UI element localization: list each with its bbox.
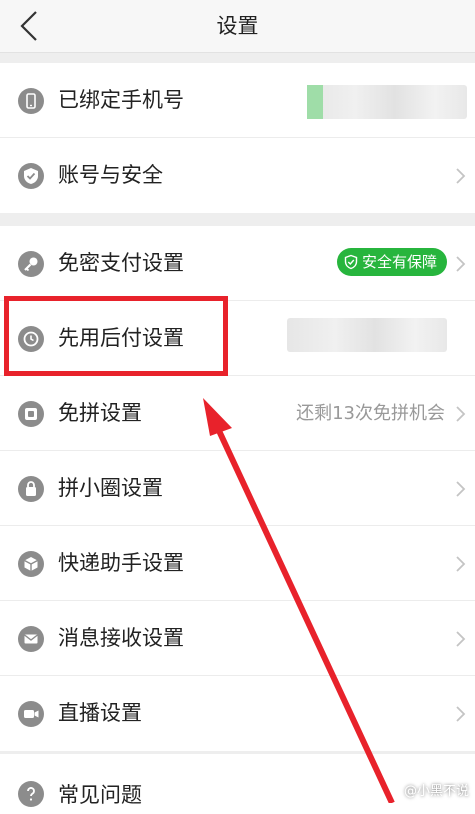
question-icon bbox=[18, 781, 44, 807]
nav-bar: 设置 bbox=[0, 0, 475, 53]
settings-row-label: 免拼设置 bbox=[58, 401, 142, 425]
settings-row-label: 消息接收设置 bbox=[58, 626, 184, 650]
chevron-right-icon bbox=[456, 406, 466, 422]
settings-row-label: 免密支付设置 bbox=[58, 251, 184, 275]
settings-row-message-receive[interactable]: 消息接收设置 bbox=[0, 601, 475, 676]
chevron-right-icon bbox=[456, 256, 466, 272]
settings-row-circle[interactable]: 拼小圈设置 bbox=[0, 451, 475, 526]
chevron-right-icon bbox=[456, 481, 466, 497]
settings-row-label: 常见问题 bbox=[58, 783, 142, 807]
chevron-right-icon bbox=[456, 631, 466, 647]
chevron-right-icon bbox=[456, 706, 466, 722]
chevron-right-icon bbox=[456, 168, 466, 184]
security-badge: 安全有保障 bbox=[336, 248, 447, 276]
settings-row-label: 已绑定手机号 bbox=[58, 88, 184, 112]
mail-icon bbox=[18, 626, 44, 652]
settings-row-label: 账号与安全 bbox=[58, 163, 163, 187]
package-icon bbox=[18, 551, 44, 577]
group-free-remaining: 还剩13次免拼机会 bbox=[296, 403, 445, 424]
coupon-icon bbox=[18, 401, 44, 427]
blurred-phone-accent bbox=[307, 85, 323, 119]
blurred-pay-later-value bbox=[287, 318, 447, 352]
settings-row-account-security[interactable]: 账号与安全 bbox=[0, 138, 475, 213]
settings-row-label: 直播设置 bbox=[58, 701, 142, 725]
key-icon bbox=[18, 251, 44, 277]
phone-icon bbox=[18, 88, 44, 114]
video-icon bbox=[18, 701, 44, 727]
blurred-phone-number bbox=[307, 85, 467, 119]
page-title: 设置 bbox=[216, 14, 259, 38]
watermark: @小黑不说 bbox=[403, 784, 469, 799]
shield-check-icon bbox=[344, 254, 358, 270]
settings-row-label: 快递助手设置 bbox=[58, 551, 184, 575]
settings-row-group-free[interactable]: 免拼设置 还剩13次免拼机会 bbox=[0, 376, 475, 451]
settings-row-live[interactable]: 直播设置 bbox=[0, 676, 475, 751]
highlight-box bbox=[4, 296, 228, 376]
settings-row-express-assistant[interactable]: 快递助手设置 bbox=[0, 526, 475, 601]
lock-bag-icon bbox=[18, 476, 44, 502]
chevron-right-icon bbox=[456, 556, 466, 572]
security-badge-text: 安全有保障 bbox=[361, 253, 437, 271]
settings-row-label: 拼小圈设置 bbox=[58, 476, 163, 500]
shield-check-icon bbox=[18, 163, 44, 189]
